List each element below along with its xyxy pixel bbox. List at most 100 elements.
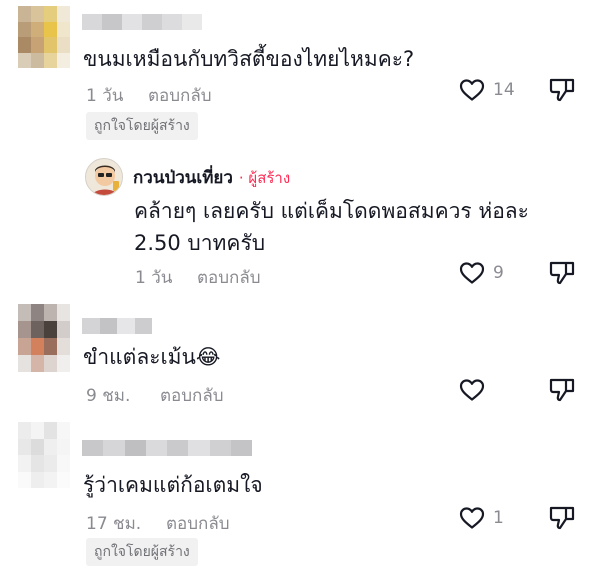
avatar-pixel [18, 304, 31, 321]
avatar-pixel [18, 455, 31, 472]
avatar-pixel [44, 6, 57, 22]
avatar-pixel [44, 455, 57, 472]
reply-button[interactable]: ตอบกลับ [160, 382, 224, 409]
name-blur-pixel [145, 440, 167, 456]
dislike-button[interactable] [548, 76, 576, 104]
avatar-pixel [57, 321, 70, 338]
avatar-pixel [31, 37, 44, 53]
comment-time: 17 ชม. [86, 514, 142, 534]
creator-avatar[interactable] [85, 158, 123, 196]
name-blur-pixel [134, 318, 152, 334]
like-button[interactable]: 14 [459, 78, 515, 102]
avatar-pixel [31, 304, 44, 321]
reply-button[interactable]: ตอบกลับ [197, 264, 261, 291]
dislike-button[interactable] [548, 504, 576, 532]
name-blur-pixel [82, 14, 102, 30]
name-blur-pixel [182, 14, 202, 30]
dislike-button[interactable] [548, 259, 576, 287]
avatar-pixel [18, 471, 31, 488]
name-blur-pixel [162, 14, 182, 30]
avatar-pixel [31, 338, 44, 355]
avatar-pixel [31, 355, 44, 372]
like-count: 1 [493, 508, 504, 528]
avatar-blurred[interactable] [18, 6, 70, 68]
like-count: 9 [493, 263, 504, 283]
thumbs-down-icon [549, 78, 575, 102]
avatar-pixel [44, 471, 57, 488]
reply-button[interactable]: ตอบกลับ [166, 510, 230, 537]
name-blur-pixel [82, 318, 100, 334]
avatar-pixel [44, 438, 57, 455]
name-blur-pixel [117, 318, 135, 334]
avatar-pixel [57, 471, 70, 488]
avatar-pixel [31, 21, 44, 37]
avatar-pixel [31, 471, 44, 488]
avatar-pixel [18, 338, 31, 355]
avatar-pixel [57, 21, 70, 37]
like-button[interactable]: 9 [459, 261, 504, 285]
name-blur-pixel [230, 440, 252, 456]
avatar-pixel [18, 21, 31, 37]
heart-icon [459, 507, 485, 529]
creator-tag: · ผู้สร้าง [238, 169, 291, 187]
creator-username: กวนป่วนเที่ยว [133, 168, 233, 188]
name-blur-pixel [122, 14, 142, 30]
comment-meta: 9 ชม. ตอบกลับ [86, 382, 224, 409]
username-blurred[interactable] [82, 440, 252, 456]
like-button[interactable]: 1 [459, 506, 504, 530]
avatar-pixel [44, 304, 57, 321]
comment-meta: 1 วัน ตอบกลับ [86, 82, 212, 109]
comment-text: ขนมเหมือนกับทวิสตี้ของไทยไหมคะ? [83, 47, 415, 71]
thumbs-down-icon [549, 378, 575, 402]
comment-meta: 1 วัน ตอบกลับ [135, 264, 261, 291]
comment-3: ขำแต่ละเม้น😂 9 ชม. ตอบกลับ [0, 300, 600, 410]
avatar-pixel [57, 422, 70, 439]
creator-avatar-illustration [86, 159, 122, 195]
comment-time: 1 วัน [86, 86, 124, 106]
name-blur-pixel [188, 440, 210, 456]
avatar-pixel [57, 438, 70, 455]
liked-by-creator-badge: ถูกใจโดยผู้สร้าง [86, 538, 198, 566]
dislike-button[interactable] [548, 376, 576, 404]
avatar-pixel [44, 52, 57, 68]
avatar-pixel [44, 355, 57, 372]
reply-text-line-1: คล้ายๆ เลยครับ แต่เค็มโดดพอสมควร ห่อละ [134, 199, 529, 223]
creator-name[interactable]: กวนป่วนเที่ยว · ผู้สร้าง [133, 164, 290, 191]
comment-text: รู้ว่าเคมแต่ก้อเตมใจ [83, 473, 263, 497]
avatar-pixel [18, 52, 31, 68]
heart-icon [459, 262, 485, 284]
avatar-pixel [57, 52, 70, 68]
name-blur-pixel [124, 440, 146, 456]
avatar-pixel [18, 37, 31, 53]
heart-icon [459, 79, 485, 101]
like-button[interactable] [459, 378, 493, 402]
avatar-pixel [57, 455, 70, 472]
avatar-blurred[interactable] [18, 304, 70, 372]
avatar-pixel [18, 422, 31, 439]
avatar-pixel [44, 422, 57, 439]
name-blur-pixel [99, 318, 117, 334]
name-blur-pixel [209, 440, 231, 456]
avatar-pixel [31, 422, 44, 439]
comment-time: 1 วัน [135, 268, 173, 288]
username-blurred[interactable] [82, 318, 152, 334]
avatar-pixel [44, 37, 57, 53]
name-blur-pixel [82, 440, 104, 456]
avatar-pixel [57, 338, 70, 355]
avatar-blurred[interactable] [18, 422, 70, 488]
comment-1: ขนมเหมือนกับทวิสตี้ของไทยไหมคะ? 1 วัน ตอ… [0, 0, 600, 140]
avatar-pixel [18, 355, 31, 372]
comment-text: ขำแต่ละเม้น😂 [83, 345, 221, 369]
reply-button[interactable]: ตอบกลับ [148, 82, 212, 109]
avatar-pixel [31, 455, 44, 472]
avatar-pixel [18, 321, 31, 338]
comment-meta: 17 ชม. ตอบกลับ [86, 510, 230, 537]
avatar-pixel [31, 6, 44, 22]
name-blur-pixel [142, 14, 162, 30]
heart-icon [459, 379, 485, 401]
username-blurred[interactable] [82, 14, 202, 30]
avatar-pixel [57, 304, 70, 321]
avatar-pixel [18, 438, 31, 455]
avatar-pixel [57, 355, 70, 372]
name-blur-pixel [167, 440, 189, 456]
